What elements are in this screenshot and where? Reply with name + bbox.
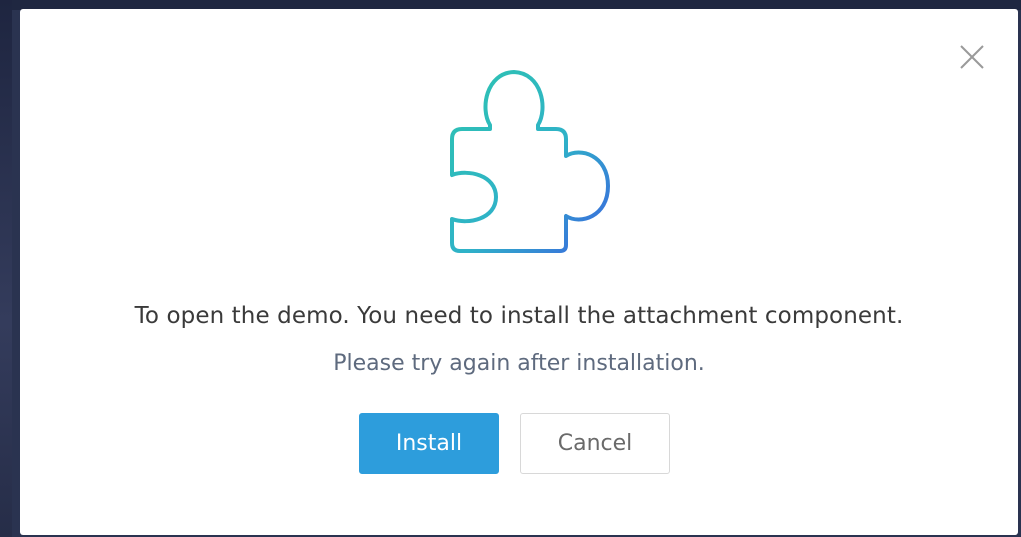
dialog-message: To open the demo. You need to install th… [134,303,904,329]
dialog-submessage: Please try again after installation. [333,351,705,376]
close-button[interactable] [958,43,986,71]
install-component-dialog: To open the demo. You need to install th… [20,9,1018,535]
close-icon [960,45,984,69]
puzzle-illustration [428,69,612,253]
puzzle-piece-icon [450,70,610,253]
install-button[interactable]: Install [359,413,499,474]
cancel-button[interactable]: Cancel [520,413,670,474]
backdrop-left [0,0,12,537]
